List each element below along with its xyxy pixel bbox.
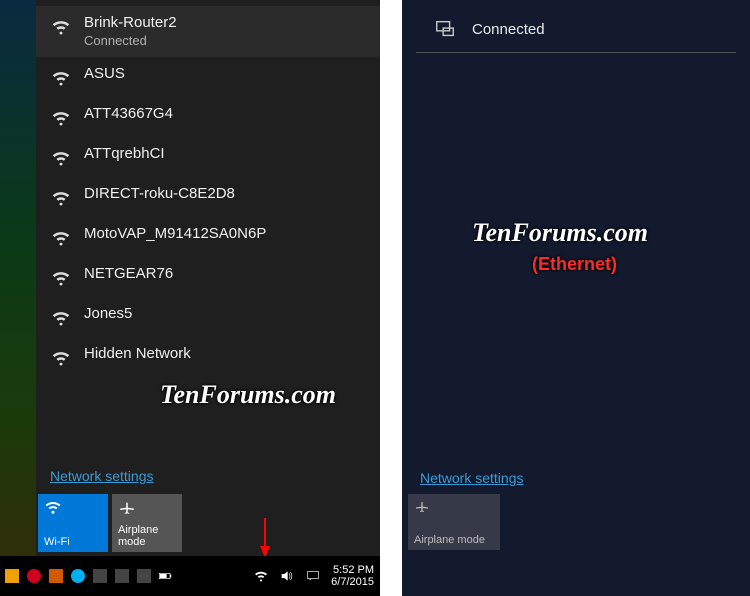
wifi-network-item[interactable]: ASUS xyxy=(36,57,380,97)
wifi-icon xyxy=(50,67,72,89)
skype-icon[interactable] xyxy=(70,568,86,584)
ethernet-status-label: Connected xyxy=(472,21,545,38)
shield-icon[interactable] xyxy=(48,568,64,584)
wifi-tile-label: Wi-Fi xyxy=(44,536,102,548)
airplane-icon xyxy=(118,498,136,516)
wifi-icon xyxy=(50,347,72,369)
wifi-network-item[interactable]: Brink-Router2Connected xyxy=(36,6,380,57)
wifi-network-item[interactable]: Jones5 xyxy=(36,297,380,337)
airplane-icon xyxy=(414,498,494,517)
battery-icon[interactable] xyxy=(158,568,174,584)
network-settings-link[interactable]: Network settings xyxy=(420,470,523,486)
wifi-icon xyxy=(44,498,62,516)
watermark: TenForums.com xyxy=(472,218,648,248)
wifi-tile[interactable]: Wi-Fi xyxy=(38,494,108,552)
wifi-icon xyxy=(50,16,72,38)
network-flyout: Brink-Router2Connected ASUS ATT43667G4 ATTq… xyxy=(36,0,380,556)
search-icon[interactable] xyxy=(4,568,20,584)
ethernet-flyout-panel: Connected TenForums.com (Ethernet) Netwo… xyxy=(402,0,750,596)
beats-icon[interactable] xyxy=(26,568,42,584)
airplane-mode-tile[interactable]: Airplane mode xyxy=(112,494,182,552)
ethernet-status-row: Connected xyxy=(416,0,736,53)
wifi-network-name: ATTqrebhCI xyxy=(84,145,165,164)
network-settings-link[interactable]: Network settings xyxy=(50,468,153,484)
wifi-network-name: Hidden Network xyxy=(84,345,191,364)
ethernet-icon xyxy=(434,18,456,40)
wifi-network-item[interactable]: ATT43667G4 xyxy=(36,97,380,137)
desktop-strip xyxy=(0,0,36,596)
wifi-icon xyxy=(50,267,72,289)
volume-icon[interactable] xyxy=(279,568,295,584)
people-icon[interactable] xyxy=(92,568,108,584)
airplane-tile-label: Airplane mode xyxy=(118,524,176,548)
wifi-network-status: Connected xyxy=(84,33,177,49)
wifi-network-item[interactable]: Hidden Network xyxy=(36,337,380,377)
action-center-icon[interactable] xyxy=(305,568,321,584)
store-icon[interactable] xyxy=(114,568,130,584)
airplane-tile-label: Airplane mode xyxy=(414,534,494,546)
mail-icon[interactable] xyxy=(136,568,152,584)
wifi-network-name: MotoVAP_M91412SA0N6P xyxy=(84,225,266,244)
wifi-network-name: ATT43667G4 xyxy=(84,105,173,124)
wifi-network-item[interactable]: NETGEAR76 xyxy=(36,257,380,297)
wifi-network-name: Jones5 xyxy=(84,305,132,324)
wifi-icon xyxy=(50,187,72,209)
wifi-icon xyxy=(50,307,72,329)
watermark-sub: (Ethernet) xyxy=(532,254,617,275)
taskbar-left: 5:52 PM 6/7/2015 xyxy=(0,556,380,596)
taskbar-clock[interactable]: 5:52 PM 6/7/2015 xyxy=(331,564,374,588)
wifi-icon xyxy=(50,227,72,249)
taskbar-date: 6/7/2015 xyxy=(331,576,374,588)
taskbar-time: 5:52 PM xyxy=(331,564,374,576)
wifi-tray-icon[interactable] xyxy=(253,568,269,584)
wifi-network-name: NETGEAR76 xyxy=(84,265,173,284)
wifi-network-name: ASUS xyxy=(84,65,125,84)
airplane-mode-tile[interactable]: Airplane mode xyxy=(408,494,500,550)
wifi-icon xyxy=(50,107,72,129)
wifi-network-item[interactable]: DIRECT-roku-C8E2D8 xyxy=(36,177,380,217)
wifi-network-item[interactable]: ATTqrebhCI xyxy=(36,137,380,177)
taskbar-tray: 5:52 PM 6/7/2015 xyxy=(253,564,380,588)
wifi-network-name: Brink-Router2 xyxy=(84,14,177,33)
wifi-icon xyxy=(50,147,72,169)
wifi-network-list: Brink-Router2Connected ASUS ATT43667G4 ATTq… xyxy=(36,0,380,377)
taskbar-apps xyxy=(0,568,174,584)
wifi-network-item[interactable]: MotoVAP_M91412SA0N6P xyxy=(36,217,380,257)
wifi-network-name: DIRECT-roku-C8E2D8 xyxy=(84,185,235,204)
wifi-flyout-panel: Brink-Router2Connected ASUS ATT43667G4 ATTq… xyxy=(0,0,380,596)
quick-tiles: Wi-Fi Airplane mode xyxy=(36,492,184,556)
